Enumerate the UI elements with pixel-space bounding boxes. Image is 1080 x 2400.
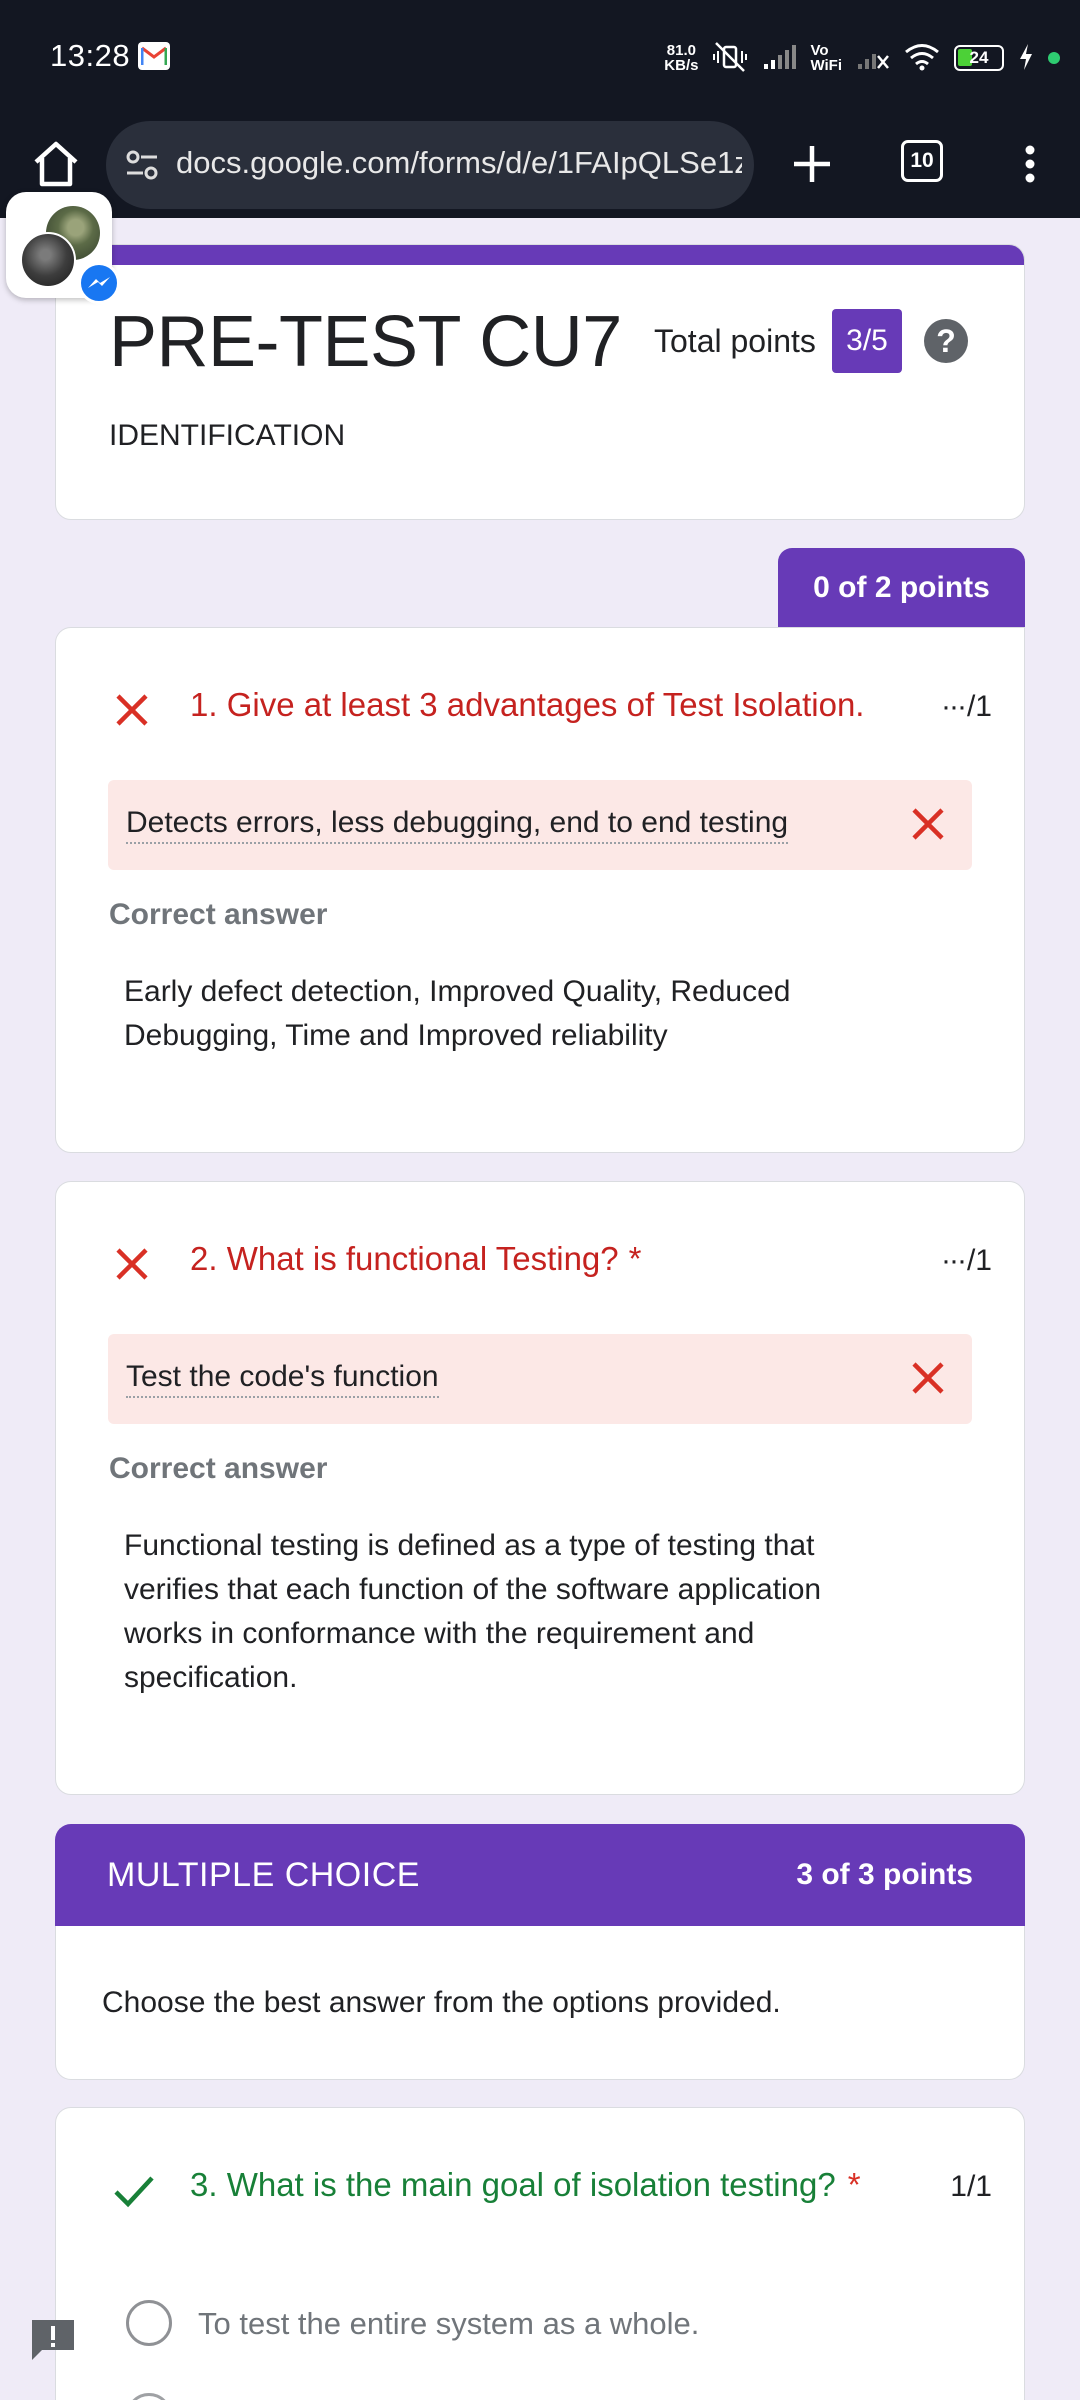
correct-check-icon (114, 2176, 154, 2208)
tab-switcher-button[interactable]: 10 (901, 140, 943, 182)
network-speed: 81.0 KB/s (664, 43, 698, 73)
accent-bar (56, 245, 1024, 265)
radio-button[interactable] (126, 2300, 172, 2346)
incorrect-icon (912, 1362, 944, 1394)
vowifi-indicator: Vo WiFi (810, 43, 842, 73)
report-feedback-button[interactable] (28, 2316, 78, 2362)
total-score-badge: 3/5 (832, 309, 902, 373)
mute-vibrate-icon (712, 41, 748, 76)
option-label: To test the entire system as a whole. (198, 2306, 700, 2341)
incorrect-icon (116, 1248, 148, 1280)
help-icon[interactable]: ? (924, 319, 968, 363)
question-title: 1. Give at least 3 advantages of Test Is… (190, 686, 865, 723)
status-icons: 81.0 KB/s Vo WiFi 24 (664, 38, 1060, 78)
avatar (20, 232, 76, 288)
correct-answer-text: Functional testing is defined as a type … (124, 1529, 822, 1694)
url-text[interactable]: docs.google.com/forms/d/e/1FAIpQLSe1z (176, 145, 742, 181)
network-speed-unit: KB/s (664, 57, 699, 74)
question-card: 2. What is functional Testing? * ···/1 Te… (55, 1181, 1025, 1795)
no-signal-icon (856, 44, 890, 73)
question-card: 1. Give at least 3 advantages of Test Is… (55, 627, 1025, 1153)
status-time: 13:28 (50, 38, 131, 73)
correct-answer-label: Correct answer (109, 1452, 328, 1485)
section-title: MULTIPLE CHOICE (107, 1856, 420, 1894)
browser-toolbar: docs.google.com/forms/d/e/1FAIpQLSe1z 10 (0, 112, 1080, 218)
section-points-tab: 0 of 2 points (778, 548, 1025, 628)
points-dots: ··· (940, 690, 967, 723)
question-points: ···/1 (941, 1244, 992, 1278)
points-value: /1 (966, 1244, 992, 1277)
wifi-icon (904, 43, 940, 74)
question-header: 2. What is functional Testing? * ···/1 (112, 1238, 992, 1288)
total-points-label: Total points (654, 323, 816, 359)
section-description-card: Choose the best answer from the options … (55, 1926, 1025, 2080)
home-button[interactable] (26, 134, 86, 194)
plus-icon (794, 146, 830, 182)
privacy-indicator-dot (1048, 52, 1060, 64)
new-tab-button[interactable] (782, 134, 842, 194)
question-card: 3. What is the main goal of isolation te… (55, 2107, 1025, 2400)
incorrect-icon (116, 694, 148, 726)
form-description: IDENTIFICATION (109, 419, 346, 452)
question-points: 1/1 (950, 2170, 992, 2203)
more-menu-button[interactable] (1010, 134, 1050, 194)
question-title-text: 3. What is the main goal of isolation te… (190, 2166, 836, 2203)
radio-button[interactable] (126, 2393, 172, 2400)
response-text: Test the code's function (126, 1360, 439, 1398)
form-title: PRE-TEST CU7 (109, 302, 622, 382)
required-asterisk: * (847, 2166, 861, 2203)
messenger-icon (78, 262, 120, 304)
charging-icon (1018, 43, 1034, 74)
question-points: ···/1 (941, 690, 992, 724)
section-header: MULTIPLE CHOICE 3 of 3 points (55, 1824, 1025, 1928)
response-text: Detects errors, less debugging, end to e… (126, 806, 789, 844)
site-settings-icon[interactable] (124, 147, 160, 188)
messenger-chat-head[interactable] (6, 192, 120, 304)
more-vert-icon (1025, 145, 1035, 183)
required-asterisk: * (628, 1240, 642, 1277)
section-description: Choose the best answer from the options … (102, 1986, 781, 2019)
question-title: 3. What is the main goal of isolation te… (190, 2166, 861, 2204)
question-header: 1. Give at least 3 advantages of Test Is… (112, 684, 992, 734)
incorrect-icon (912, 808, 944, 840)
correct-answer-text: Early defect detection, Improved Quality… (124, 975, 791, 1052)
battery-icon: 24 (954, 45, 1004, 71)
section-points: 3 of 3 points (796, 1858, 973, 1891)
vowifi-top: Vo (810, 42, 829, 59)
question-title: 2. What is functional Testing? * (190, 1240, 641, 1278)
feedback-icon (32, 2320, 74, 2360)
points-value: /1 (966, 690, 992, 723)
question-header: 3. What is the main goal of isolation te… (112, 2164, 992, 2214)
correct-answer-label: Correct answer (109, 898, 328, 931)
network-speed-value: 81.0 (666, 42, 696, 59)
points-dots: ··· (940, 1244, 967, 1277)
response-box: Detects errors, less debugging, end to e… (108, 780, 972, 870)
tab-count: 10 (910, 149, 934, 172)
form-header-card: PRE-TEST CU7 Total points 3/5 ? IDENTIFI… (55, 244, 1025, 520)
vowifi-bottom: WiFi (810, 57, 842, 74)
question-title-text: 2. What is functional Testing? (190, 1240, 619, 1277)
response-box: Test the code's function (108, 1334, 972, 1424)
status-bar: 13:28 81.0 KB/s Vo WiFi 24 (0, 0, 1080, 112)
address-bar[interactable]: docs.google.com/forms/d/e/1FAIpQLSe1z (106, 121, 754, 209)
home-icon (34, 141, 78, 187)
battery-level: 24 (969, 48, 989, 67)
signal-icon (762, 44, 797, 73)
gmail-icon (138, 42, 170, 70)
